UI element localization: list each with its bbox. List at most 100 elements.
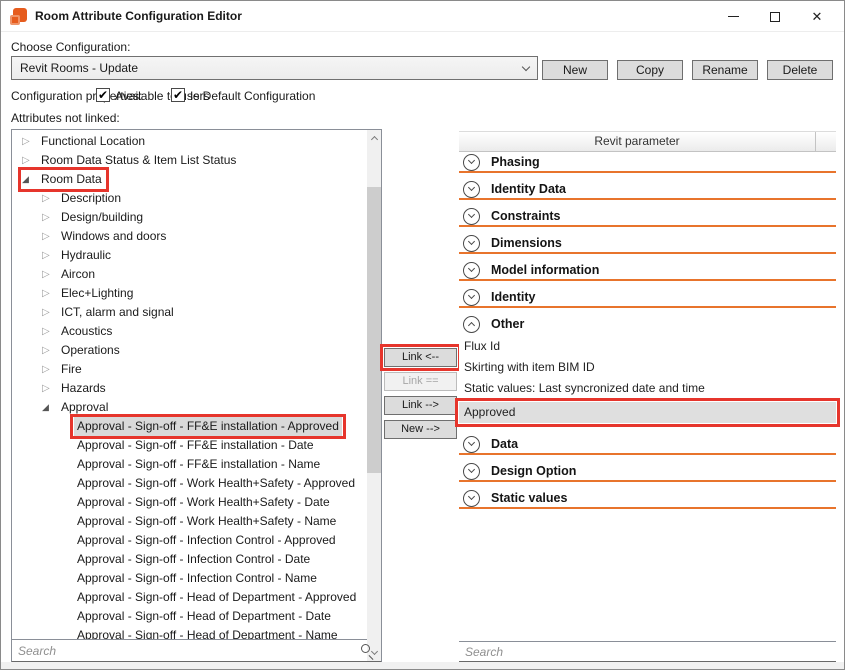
tree-item-content: Approval - Sign-off - FF&E installation … [74, 437, 317, 454]
collapsed-expander-icon[interactable]: ▷ [42, 246, 58, 265]
tree-item-content: ▷ICT, alarm and signal [42, 304, 177, 321]
configuration-dropdown[interactable]: Revit Rooms - Update [11, 56, 538, 80]
new-right-button[interactable]: New --> [384, 420, 457, 439]
expanded-expander-icon[interactable]: ◢ [22, 170, 38, 189]
tree-item-label: Approval - Sign-off - Head of Department… [74, 626, 341, 639]
parameter-group: Phasing [459, 153, 836, 173]
tree-item[interactable]: Approval - Sign-off - FF&E installation … [12, 455, 381, 474]
tree-item[interactable]: ▷Elec+Lighting [12, 284, 381, 303]
tree-item-content: ▷Functional Location [22, 133, 148, 150]
parameter-group: Identity Data [459, 180, 836, 200]
attributes-search-input[interactable] [18, 644, 360, 658]
parameter-item[interactable]: Approved [459, 402, 836, 423]
collapsed-expander-icon[interactable]: ▷ [42, 379, 58, 398]
is-default-configuration-checkbox[interactable]: ✔ [171, 88, 185, 102]
minimize-icon [728, 16, 739, 17]
tree-item[interactable]: ▷Aircon [12, 265, 381, 284]
scroll-up-button[interactable] [367, 130, 381, 146]
group-header[interactable]: Identity [459, 288, 836, 306]
chevron-circle-icon [463, 181, 480, 198]
delete-button[interactable]: Delete [767, 60, 833, 80]
tree-item[interactable]: Approval - Sign-off - Head of Department… [12, 588, 381, 607]
chevron-up-icon [370, 136, 377, 143]
tree-item[interactable]: ▷Acoustics [12, 322, 381, 341]
tree-item[interactable]: Approval - Sign-off - FF&E installation … [12, 417, 381, 436]
group-header[interactable]: Design Option [459, 462, 836, 480]
parameter-item[interactable]: Static values: Last syncronized date and… [459, 378, 836, 399]
collapsed-expander-icon[interactable]: ▷ [42, 341, 58, 360]
tree-item[interactable]: Approval - Sign-off - Infection Control … [12, 531, 381, 550]
scrollbar-thumb[interactable] [367, 187, 381, 473]
title-bar: Room Attribute Configuration Editor ✕ [1, 1, 844, 32]
collapsed-expander-icon[interactable]: ▷ [42, 208, 58, 227]
collapsed-expander-icon[interactable]: ▷ [42, 265, 58, 284]
link-right-button[interactable]: Link --> [384, 396, 457, 415]
link-left-button[interactable]: Link <-- [384, 348, 457, 367]
tree-item[interactable]: ▷Fire [12, 360, 381, 379]
tree-item[interactable]: ▷Description [12, 189, 381, 208]
chevron-down-icon [468, 265, 475, 272]
tree-item[interactable]: ◢Room Data [12, 170, 381, 189]
tree-item-content: ▷Hydraulic [42, 247, 114, 264]
tree-item[interactable]: ▷Windows and doors [12, 227, 381, 246]
tree-scrollbar[interactable] [367, 130, 381, 661]
tree-item[interactable]: Approval - Sign-off - Head of Department… [12, 607, 381, 626]
group-header[interactable]: Data [459, 435, 836, 453]
tree-item[interactable]: ▷Hydraulic [12, 246, 381, 265]
tree-item-label: Windows and doors [58, 227, 169, 246]
chevron-circle-icon [463, 436, 480, 453]
chevron-down-icon [468, 238, 475, 245]
minimize-button[interactable] [712, 1, 754, 32]
group-header[interactable]: Static values [459, 489, 836, 507]
tree-item-content: Approval - Sign-off - FF&E installation … [74, 456, 323, 473]
rename-button[interactable]: Rename [692, 60, 758, 80]
group-header[interactable]: Dimensions [459, 234, 836, 252]
parameter-group: Data [459, 435, 836, 455]
group-header[interactable]: Model information [459, 261, 836, 279]
tree-item-content: ▷Elec+Lighting [42, 285, 136, 302]
tree-item[interactable]: ▷Operations [12, 341, 381, 360]
tree-item[interactable]: Approval - Sign-off - Infection Control … [12, 550, 381, 569]
tree-item[interactable]: ▷ICT, alarm and signal [12, 303, 381, 322]
tree-item[interactable]: Approval - Sign-off - Head of Department… [12, 626, 381, 639]
tree-item[interactable]: ▷Design/building [12, 208, 381, 227]
chevron-circle-icon [463, 154, 480, 171]
group-label: Design Option [491, 464, 576, 478]
collapsed-expander-icon[interactable]: ▷ [42, 303, 58, 322]
expanded-expander-icon[interactable]: ◢ [42, 398, 58, 417]
tree-item-label: Approval - Sign-off - Infection Control … [74, 550, 313, 569]
collapsed-expander-icon[interactable]: ▷ [22, 151, 38, 170]
collapsed-expander-icon[interactable]: ▷ [42, 360, 58, 379]
revit-search-input[interactable] [465, 645, 830, 659]
collapsed-expander-icon[interactable]: ▷ [22, 132, 38, 151]
maximize-button[interactable] [754, 1, 796, 32]
close-button[interactable]: ✕ [796, 1, 838, 32]
parameter-item[interactable]: Skirting with item BIM ID [459, 357, 836, 378]
tree-item-label: Approval - Sign-off - Infection Control … [74, 531, 339, 550]
new-button[interactable]: New [542, 60, 608, 80]
group-header[interactable]: Identity Data [459, 180, 836, 198]
parameter-item[interactable]: Flux Id [459, 336, 836, 357]
tree-item[interactable]: ▷Hazards [12, 379, 381, 398]
tree-item[interactable]: Approval - Sign-off - Work Health+Safety… [12, 512, 381, 531]
tree-item[interactable]: Approval - Sign-off - Infection Control … [12, 569, 381, 588]
available-to-users-checkbox[interactable]: ✔ [96, 88, 110, 102]
window-bottom-strip [1, 662, 844, 669]
copy-button[interactable]: Copy [617, 60, 683, 80]
collapsed-expander-icon[interactable]: ▷ [42, 227, 58, 246]
tree-item-label: Acoustics [58, 322, 115, 341]
group-header[interactable]: Constraints [459, 207, 836, 225]
collapsed-expander-icon[interactable]: ▷ [42, 322, 58, 341]
tree-item[interactable]: Approval - Sign-off - FF&E installation … [12, 436, 381, 455]
group-header[interactable]: Phasing [459, 153, 836, 171]
tree-item[interactable]: ◢Approval [12, 398, 381, 417]
collapsed-expander-icon[interactable]: ▷ [42, 189, 58, 208]
group-header[interactable]: Other [459, 315, 836, 333]
group-label: Static values [491, 491, 567, 505]
tree-item[interactable]: ▷Room Data Status & Item List Status [12, 151, 381, 170]
tree-item[interactable]: Approval - Sign-off - Work Health+Safety… [12, 474, 381, 493]
tree-item[interactable]: ▷Functional Location [12, 132, 381, 151]
chevron-down-icon [468, 493, 475, 500]
tree-item[interactable]: Approval - Sign-off - Work Health+Safety… [12, 493, 381, 512]
collapsed-expander-icon[interactable]: ▷ [42, 284, 58, 303]
